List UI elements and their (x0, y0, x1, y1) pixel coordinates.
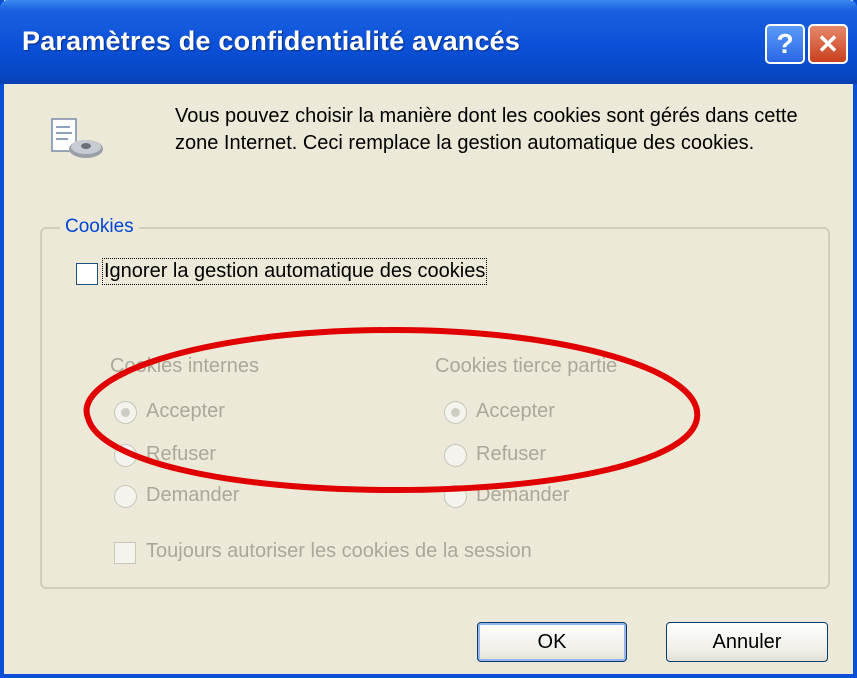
intro-text: Vous pouvez choisir la manière dont les … (175, 105, 798, 154)
first-party-heading: Cookies internes (110, 355, 259, 377)
first-party-accept-label[interactable]: Accepter (146, 400, 225, 423)
close-icon: ✕ (817, 28, 839, 59)
cookie-settings-icon (51, 118, 103, 158)
third-party-prompt-label[interactable]: Demander (476, 484, 569, 507)
session-cookie-checkbox[interactable] (114, 542, 136, 564)
first-party-refuse-label[interactable]: Refuser (146, 443, 216, 466)
first-party-prompt-radio[interactable] (114, 485, 137, 508)
first-party-accept-radio[interactable] (114, 401, 137, 424)
window-title: Paramètres de confidentialité avancés (22, 26, 521, 56)
help-icon: ? (776, 28, 794, 59)
close-button[interactable]: ✕ (808, 24, 848, 64)
session-cookie-label[interactable]: Toujours autoriser les cookies de la ses… (146, 540, 532, 563)
third-party-refuse-radio[interactable] (444, 444, 467, 467)
ok-button[interactable]: OK (477, 622, 627, 662)
cookies-group-legend: Cookies (60, 216, 139, 238)
first-party-prompt-label[interactable]: Demander (146, 484, 239, 507)
override-cookie-label[interactable]: Ignorer la gestion automatique des cooki… (101, 258, 488, 285)
cancel-button[interactable]: Annuler (666, 622, 828, 662)
third-party-refuse-label[interactable]: Refuser (476, 443, 546, 466)
first-party-refuse-radio[interactable] (114, 444, 137, 467)
help-button[interactable]: ? (765, 24, 805, 64)
third-party-heading: Cookies tierce partie (435, 355, 618, 377)
third-party-accept-label[interactable]: Accepter (476, 400, 555, 423)
title-bar[interactable]: Paramètres de confidentialité avancés ? … (0, 0, 857, 84)
third-party-prompt-radio[interactable] (444, 485, 467, 508)
privacy-settings-dialog: Paramètres de confidentialité avancés ? … (0, 0, 857, 678)
override-cookie-checkbox[interactable] (76, 263, 98, 285)
third-party-accept-radio[interactable] (444, 401, 467, 424)
